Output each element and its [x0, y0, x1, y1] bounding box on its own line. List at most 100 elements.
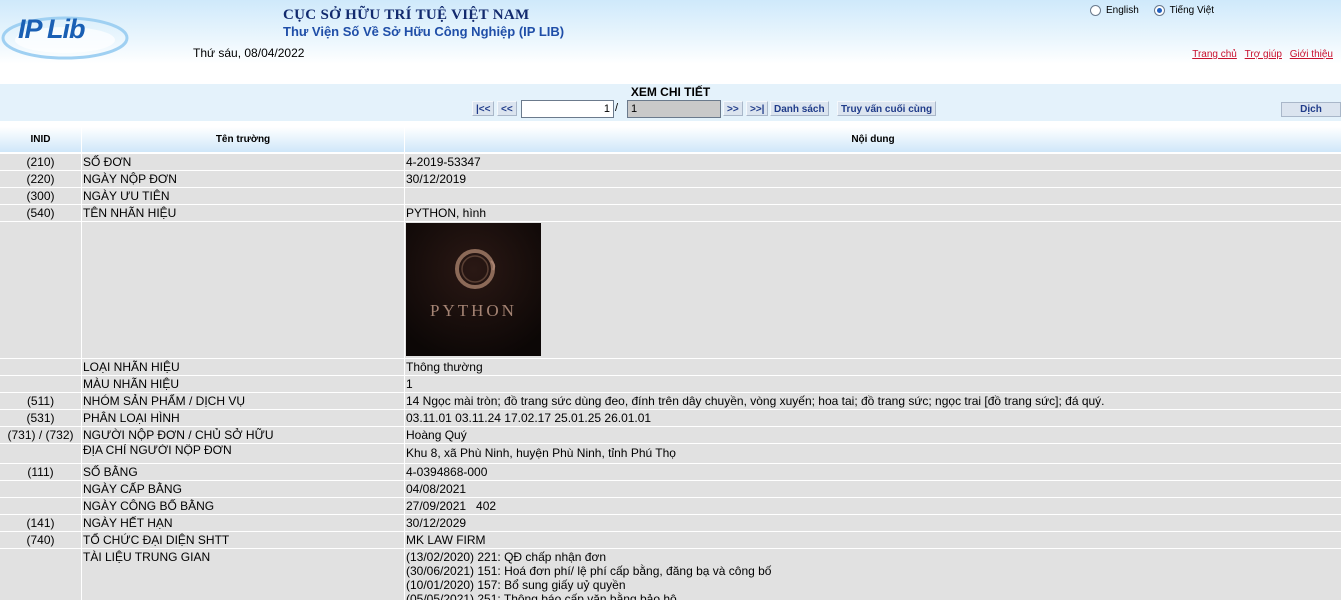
inid-cell [0, 481, 81, 497]
inid-cell: (220) [0, 171, 81, 187]
prev-page-button[interactable]: << [497, 101, 517, 116]
field-cell: TÊN NHÃN HIỆU [82, 205, 404, 221]
value-cell: 04/08/2021 [405, 481, 1341, 497]
inid-cell: (540) [0, 205, 81, 221]
field-cell: NGÀY HẾT HẠN [82, 515, 404, 531]
value-cell: 14 Ngọc mài tròn; đồ trang sức dùng đeo,… [405, 393, 1341, 409]
inid-cell: (111) [0, 464, 81, 480]
org-title: CỤC SỞ HỮU TRÍ TUỆ VIỆT NAM [283, 7, 530, 23]
table-row: (300) NGÀY ƯU TIÊN [0, 188, 1341, 204]
value-cell: 1 [405, 376, 1341, 392]
inid-cell [0, 498, 81, 514]
value-cell: PYTHON [405, 222, 1341, 358]
last-query-button[interactable]: Truy vấn cuối cùng [837, 101, 937, 116]
table-row: (220) NGÀY NỘP ĐƠN 30/12/2019 [0, 171, 1341, 187]
table-row: (540) TÊN NHÃN HIỆU PYTHON, hình [0, 205, 1341, 221]
field-cell: NGÀY NỘP ĐƠN [82, 171, 404, 187]
inid-cell: (210) [0, 154, 81, 170]
inid-cell: (300) [0, 188, 81, 204]
field-cell: MÀU NHÃN HIỆU [82, 376, 404, 392]
link-home[interactable]: Trang chủ [1192, 49, 1237, 60]
column-header-field: Tên trường [82, 127, 404, 152]
site-header: IP Lib CỤC SỞ HỮU TRÍ TUỆ VIỆT NAM Thư V… [0, 0, 1341, 64]
trademark-wordmark: PYTHON [430, 301, 517, 320]
document-item: (30/06/2021) 151: Hoá đơn phí/ lệ phí cấ… [406, 564, 772, 578]
value-cell: (13/02/2020) 221: QĐ chấp nhận đơn (30/0… [405, 549, 1341, 600]
link-about[interactable]: Giới thiệu [1290, 49, 1333, 60]
table-row: NGÀY CẤP BẰNG 04/08/2021 [0, 481, 1341, 497]
value-cell: 03.11.01 03.11.24 17.02.17 25.01.25 26.0… [405, 410, 1341, 426]
first-page-button[interactable]: |<< [472, 101, 495, 116]
inid-cell: (731) / (732) [0, 427, 81, 443]
value-cell: 27/09/2021 402 [405, 498, 1341, 514]
value-cell [405, 188, 1341, 204]
radio-vietnamese[interactable] [1153, 5, 1165, 16]
table-row: NGÀY CÔNG BỐ BẰNG 27/09/2021 402 [0, 498, 1341, 514]
field-cell: NGƯỜI NỘP ĐƠN / CHỦ SỞ HỮU [82, 427, 404, 443]
translate-button[interactable]: Dịch [1281, 102, 1341, 117]
inid-cell: (531) [0, 410, 81, 426]
inid-cell [0, 222, 81, 358]
table-row: LOẠI NHÃN HIỆU Thông thường [0, 359, 1341, 375]
detail-table: (210) SỐ ĐƠN 4-2019-53347 (220) NGÀY NỘP… [0, 154, 1341, 600]
link-help[interactable]: Trợ giúp [1245, 49, 1282, 60]
value-cell: Hoàng Quý [405, 427, 1341, 443]
top-links: Trang chủ Trợ giúp Giới thiệu [1187, 49, 1333, 60]
next-page-button[interactable]: >> [723, 101, 743, 116]
field-cell: TỔ CHỨC ĐẠI DIỆN SHTT [82, 532, 404, 548]
value-cell: Thông thường [405, 359, 1341, 375]
ip-lib-logo[interactable]: IP Lib [0, 0, 135, 64]
page-number-input[interactable] [521, 100, 614, 118]
table-row: MÀU NHÃN HIỆU 1 [0, 376, 1341, 392]
inid-cell [0, 359, 81, 375]
document-item: (10/01/2020) 157: Bổ sung giấy uỷ quyền [406, 578, 626, 592]
language-option-vietnamese[interactable]: Tiếng Việt [1153, 5, 1215, 16]
language-option-english[interactable]: English [1090, 5, 1139, 16]
value-cell: PYTHON, hình [405, 205, 1341, 221]
page-separator: / [615, 102, 619, 114]
trademark-image[interactable]: PYTHON [406, 223, 541, 356]
value-cell: MK LAW FIRM [405, 532, 1341, 548]
field-cell [82, 222, 404, 358]
logo-text: IP Lib [18, 14, 85, 44]
table-row-image: PYTHON [0, 222, 1341, 358]
language-label: English [1106, 5, 1139, 16]
field-cell: SỐ ĐƠN [82, 154, 404, 170]
library-title: Thư Viện Số Về Sở Hữu Công Nghiệp (IP LI… [283, 24, 565, 39]
total-pages-field: 1 [627, 100, 721, 118]
field-cell: NGÀY ƯU TIÊN [82, 188, 404, 204]
table-row: (531) PHÂN LOẠI HÌNH 03.11.01 03.11.24 1… [0, 410, 1341, 426]
table-row: (141) NGÀY HẾT HẠN 30/12/2029 [0, 515, 1341, 531]
value-cell: Khu 8, xã Phù Ninh, huyện Phù Ninh, tỉnh… [405, 444, 1341, 463]
last-page-button[interactable]: >>| [746, 101, 769, 116]
value-cell: 30/12/2019 [405, 171, 1341, 187]
table-row-documents: TÀI LIỆU TRUNG GIAN (13/02/2020) 221: QĐ… [0, 549, 1341, 600]
radio-english[interactable] [1090, 5, 1101, 16]
field-cell: NGÀY CÔNG BỐ BẰNG [82, 498, 404, 514]
table-row: (111) SỐ BẰNG 4-0394868-000 [0, 464, 1341, 480]
inid-cell: (740) [0, 532, 81, 548]
table-row: (731) / (732) NGƯỜI NỘP ĐƠN / CHỦ SỞ HỮU… [0, 427, 1341, 443]
table-row: (210) SỐ ĐƠN 4-2019-53347 [0, 154, 1341, 170]
field-cell: SỐ BẰNG [82, 464, 404, 480]
column-header-content: Nội dung [405, 127, 1341, 152]
table-row: (740) TỔ CHỨC ĐẠI DIỆN SHTT MK LAW FIRM [0, 532, 1341, 548]
table-row: (511) NHÓM SẢN PHẨM / DỊCH VỤ 14 Ngọc mà… [0, 393, 1341, 409]
field-cell: PHÂN LOẠI HÌNH [82, 410, 404, 426]
column-header-inid: INID [0, 127, 81, 152]
value-cell: 30/12/2029 [405, 515, 1341, 531]
page-title: XEM CHI TIẾT [630, 85, 711, 99]
value-cell: 4-0394868-000 [405, 464, 1341, 480]
inid-cell: (141) [0, 515, 81, 531]
detail-table-header: INID Tên trường Nội dung [0, 127, 1341, 152]
table-row: ĐỊA CHỈ NGƯỜI NỘP ĐƠN Khu 8, xã Phù Ninh… [0, 444, 1341, 463]
field-cell: ĐỊA CHỈ NGƯỜI NỘP ĐƠN [82, 444, 404, 463]
inid-cell: (511) [0, 393, 81, 409]
header-divider [0, 64, 1341, 84]
ouroboros-logo-icon [406, 223, 541, 356]
inid-cell [0, 444, 81, 463]
language-label: Tiếng Việt [1169, 5, 1215, 16]
list-button[interactable]: Danh sách [770, 101, 829, 116]
value-cell: 4-2019-53347 [405, 154, 1341, 170]
inid-cell [0, 376, 81, 392]
